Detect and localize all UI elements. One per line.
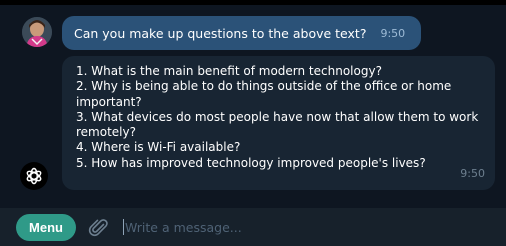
incoming-message-time: 9:50 (460, 167, 485, 180)
incoming-message[interactable]: 1. What is the main benefit of modern te… (62, 56, 495, 190)
outgoing-message-text: Can you make up questions to the above t… (74, 25, 367, 41)
message-input[interactable] (125, 214, 485, 240)
message-line: important? (76, 94, 142, 109)
message-line: 1. What is the main benefit of modern te… (76, 64, 382, 78)
message-line: 4. Where is Wi-Fi available? (76, 140, 241, 155)
window-top-edge (0, 0, 506, 5)
text-cursor (123, 219, 124, 235)
menu-button[interactable]: Menu (16, 214, 76, 241)
user-avatar[interactable] (22, 17, 52, 47)
message-line: 3. What devices do most people have now … (76, 109, 479, 124)
openai-logo-icon (26, 167, 42, 185)
bot-avatar[interactable] (20, 162, 48, 190)
user-avatar-image (22, 17, 52, 47)
paperclip-icon[interactable] (88, 217, 110, 239)
message-line: 5. How has improved technology improved … (76, 155, 426, 170)
message-composer: Menu (0, 208, 506, 246)
outgoing-message-time: 9:50 (380, 26, 406, 40)
message-line: 2. Why is being able to do things outsid… (76, 79, 452, 94)
chat-area: Can you make up questions to the above t… (0, 0, 506, 200)
outgoing-message[interactable]: Can you make up questions to the above t… (62, 16, 421, 50)
message-line: remotely? (76, 125, 136, 140)
